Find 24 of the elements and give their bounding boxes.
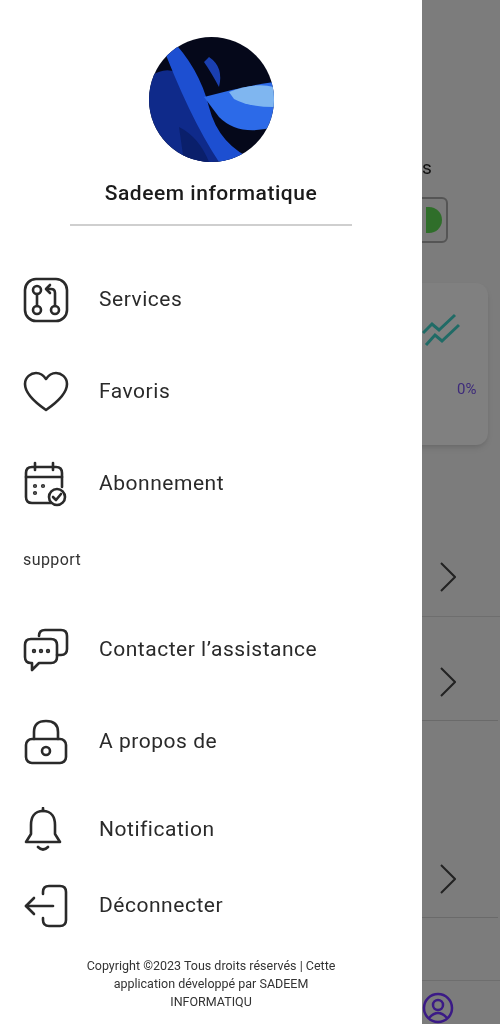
- chevron-right-icon: [440, 667, 456, 697]
- menu-item[interactable]: Déconnecter: [0, 871, 422, 940]
- menu-item[interactable]: Contacter l’assistance: [0, 603, 422, 696]
- menu-item[interactable]: Notification: [0, 787, 422, 872]
- heart-icon: [23, 370, 69, 413]
- chat-bubbles-icon: [23, 626, 69, 673]
- chevron-right-icon: [440, 562, 456, 592]
- section-heading: support: [23, 548, 83, 571]
- menu-item[interactable]: A propos de: [0, 695, 422, 788]
- heading-fragment: s: [422, 158, 432, 177]
- profile-name: Sadeem informatique: [104, 180, 318, 207]
- copyright-text: Copyright ©2023 Tous droits réservés | Cette application développé par SADEEM INFORMATIQU: [85, 957, 337, 1011]
- bell-icon: [23, 806, 63, 853]
- menu-item[interactable]: Services: [0, 253, 422, 346]
- branch-icon: [23, 276, 69, 323]
- calendar-check-icon: [23, 460, 67, 507]
- menu-item[interactable]: Favoris: [0, 345, 422, 438]
- padlock-icon: [23, 718, 69, 765]
- logout-icon: [23, 883, 69, 928]
- stat-value: 0%: [457, 379, 477, 400]
- profile-icon: [422, 992, 454, 1024]
- menu-item[interactable]: Abonnement: [0, 437, 422, 530]
- chevron-right-icon: [440, 864, 456, 894]
- trend-chart-icon: [422, 313, 460, 347]
